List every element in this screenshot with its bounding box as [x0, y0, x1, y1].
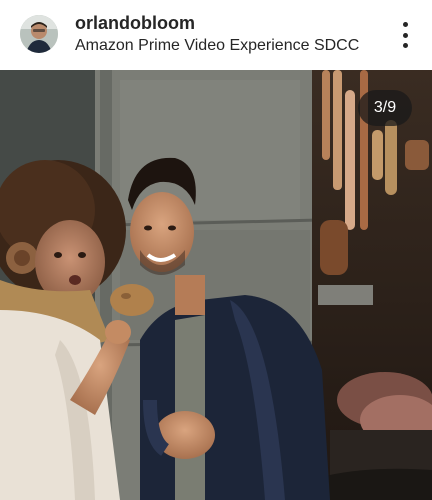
dot-icon: [402, 32, 408, 38]
more-options-icon[interactable]: [400, 22, 410, 48]
avatar-image: [20, 15, 58, 53]
dot-icon: [402, 22, 408, 27]
dot-icon: [402, 43, 408, 48]
username[interactable]: orlandobloom: [75, 13, 195, 34]
post-photo: [0, 70, 432, 500]
location-link[interactable]: Amazon Prime Video Experience SDCC: [75, 37, 359, 55]
carousel-counter: 3/9: [358, 90, 412, 126]
post-header: orlandobloom Amazon Prime Video Experien…: [0, 0, 432, 70]
avatar[interactable]: [20, 15, 58, 53]
post-image[interactable]: 3/9: [0, 70, 432, 500]
